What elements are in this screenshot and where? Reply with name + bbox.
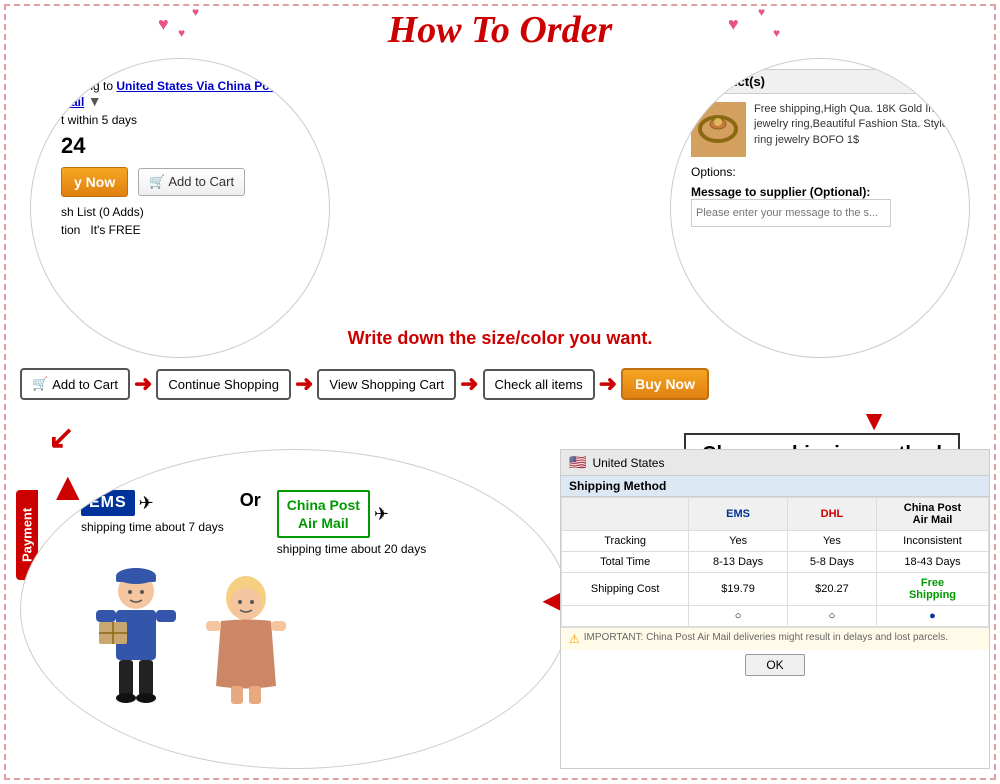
cart-icon: 🛒 <box>149 174 165 189</box>
flag-icon: 🇺🇸 <box>569 454 586 471</box>
ems-cost: $19.79 <box>689 573 788 606</box>
buy-now-flow-button[interactable]: Buy Now <box>621 368 709 400</box>
chinapost-tracking: Inconsistent <box>876 531 988 552</box>
chinapost-cost: FreeShipping <box>876 573 988 606</box>
add-to-cart-button[interactable]: 🛒 Add to Cart <box>138 168 245 196</box>
shipping-options-table: EMS DHL China PostAir Mail Tracking Yes … <box>561 497 989 627</box>
arrow-2: ➜ <box>295 371 313 397</box>
shipping-to-text: hipping to United States Via China Post … <box>61 79 314 109</box>
protection-row: tion It's FREE <box>61 223 314 237</box>
left-circle-mockup: hipping to United States Via China Post … <box>30 58 330 358</box>
view-shopping-cart-button[interactable]: View Shopping Cart <box>317 369 456 400</box>
message-to-supplier-label: Message to supplier (Optional): <box>691 185 954 199</box>
warning-icon: ⚠ <box>569 632 580 646</box>
table-row: Total Time 8-13 Days 5-8 Days 18-43 Days <box>562 552 989 573</box>
chinapost-radio[interactable]: ● <box>876 606 988 627</box>
ems-radio[interactable]: ○ <box>689 606 788 627</box>
chinapost-time: 18-43 Days <box>876 552 988 573</box>
ring-image <box>691 102 746 157</box>
col-header-ems: EMS <box>689 498 788 531</box>
col-header-empty <box>562 498 689 531</box>
new-badge: New <box>687 98 709 109</box>
write-down-instruction: Write down the size/color you want. <box>348 328 653 349</box>
delivery-man-illustration <box>81 566 191 706</box>
price: 24 <box>61 133 314 159</box>
product-description: Free shipping,High Qua. 18K Gold Inlay j… <box>754 102 954 148</box>
heart-icon-4: ♥ <box>728 14 739 35</box>
heart-icon-5: ♥ <box>758 5 765 19</box>
row-label-time: Total Time <box>562 552 689 573</box>
order-flow-row: 🛒 Add to Cart ➜ Continue Shopping ➜ View… <box>20 368 980 400</box>
buy-now-button[interactable]: y Now <box>61 167 128 197</box>
bottom-circle-shipping: EMS ✈ shipping time about 7 days Or Chin… <box>20 449 570 769</box>
ems-time: 8-13 Days <box>689 552 788 573</box>
col-header-dhl: DHL <box>787 498 876 531</box>
dhl-tracking: Yes <box>787 531 876 552</box>
chinapost-plane-icon: ✈ <box>374 504 389 525</box>
chinapost-shipping-time: shipping time about 20 days <box>277 542 426 556</box>
continue-shopping-button[interactable]: Continue Shopping <box>156 369 291 400</box>
shipping-table-panel: 🇺🇸 United States Shipping Method EMS DHL… <box>560 449 990 769</box>
options-label: Options: <box>691 165 954 179</box>
table-row: ○ ○ ● <box>562 606 989 627</box>
ems-shipping-time: shipping time about 7 days <box>81 520 224 534</box>
page-title: How To Order <box>388 8 613 52</box>
customer-illustration <box>201 576 291 706</box>
country-label: United States <box>592 456 664 470</box>
heart-icon-1: ♥ <box>158 14 169 35</box>
row-label-cost: Shipping Cost <box>562 573 689 606</box>
shipping-method-tab: Shipping Method <box>561 476 989 497</box>
wishlist-text: sh List (0 Adds) <box>61 205 314 219</box>
payment-arrow-icon: ▲ <box>48 465 88 510</box>
ems-logo: EMS <box>81 490 135 516</box>
dhl-time: 5-8 Days <box>787 552 876 573</box>
products-header: Product(s) <box>691 69 954 94</box>
table-row: Shipping Cost $19.79 $20.27 FreeShipping <box>562 573 989 606</box>
dhl-radio[interactable]: ○ <box>787 606 876 627</box>
heart-icon-3: ♥ <box>178 26 185 40</box>
ok-button[interactable]: OK <box>745 654 804 676</box>
dhl-cost: $20.27 <box>787 573 876 606</box>
arrow-4: ➜ <box>599 371 617 397</box>
or-label: Or <box>240 490 261 511</box>
heart-icon-2: ♥ <box>192 5 199 19</box>
important-notice: ⚠ IMPORTANT: China Post Air Mail deliver… <box>561 627 989 650</box>
check-all-items-button[interactable]: Check all items <box>483 369 595 400</box>
shipping-table-header: 🇺🇸 United States <box>561 450 989 476</box>
ems-plane-icon: ✈ <box>139 493 154 514</box>
add-to-cart-flow-button[interactable]: 🛒 Add to Cart <box>20 368 130 400</box>
product-thumbnail: New <box>691 102 746 157</box>
product-item: New Free shipping,High Qua. 18K Gold Inl… <box>691 102 954 157</box>
arrow-1: ➜ <box>134 371 152 397</box>
within-days: t within 5 days <box>61 113 314 127</box>
ems-tracking: Yes <box>689 531 788 552</box>
heart-icon-6: ♥ <box>773 26 780 40</box>
down-left-arrow: ↙ <box>48 418 75 456</box>
row-label-tracking: Tracking <box>562 531 689 552</box>
chinapost-logo: China PostAir Mail <box>277 490 370 538</box>
row-label-select <box>562 606 689 627</box>
arrow-3: ➜ <box>460 371 478 397</box>
cart-flow-icon: 🛒 <box>32 376 48 392</box>
right-circle-mockup: Product(s) New Free shipping,High Qua. 1… <box>670 58 970 358</box>
message-to-supplier-input[interactable] <box>691 199 891 227</box>
col-header-chinapost: China PostAir Mail <box>876 498 988 531</box>
table-row: Tracking Yes Yes Inconsistent <box>562 531 989 552</box>
